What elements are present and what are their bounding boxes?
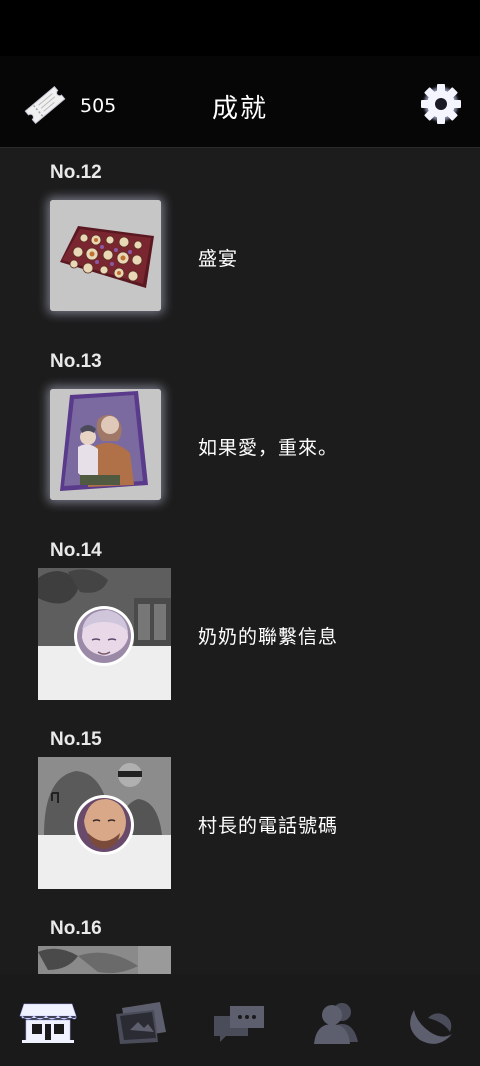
achievement-item[interactable]: No.14 奶奶的聯繫信息 (0, 526, 480, 715)
achievement-name: 奶奶的聯繫信息 (198, 626, 339, 648)
achievement-number: No.16 (50, 918, 102, 939)
achievement-name: 盛宴 (198, 248, 239, 270)
achievement-item[interactable]: No.15 村長的電話號碼 (0, 715, 480, 904)
achievement-list[interactable]: No.12 盛宴 No.13 如果愛，重來。 No.14 奶奶的聯繫信息 No.… (0, 148, 480, 974)
achievement-name: 村長的電話號碼 (198, 815, 339, 837)
chat-icon[interactable] (210, 1000, 270, 1046)
moon-icon[interactable] (400, 1000, 460, 1046)
cards-icon[interactable] (112, 1000, 172, 1046)
achievement-number: No.13 (50, 351, 102, 372)
feast-table-image (50, 200, 161, 311)
shop-icon[interactable] (18, 1000, 78, 1046)
header: 505 成就 (0, 56, 480, 148)
achievement-number: No.14 (50, 540, 102, 561)
family-photo-image (50, 389, 161, 500)
achievement-item[interactable]: No.16 (0, 904, 480, 974)
achievement-number: No.12 (50, 162, 102, 183)
achievement-number: No.15 (50, 729, 102, 750)
achievement-item[interactable]: No.12 盛宴 (0, 148, 480, 337)
gear-icon[interactable] (418, 81, 464, 127)
grandma-portrait-image (38, 568, 171, 700)
page-title: 成就 (211, 94, 268, 124)
partial-scene-image (38, 946, 171, 974)
status-bar (0, 0, 480, 56)
achievement-item[interactable]: No.13 如果愛，重來。 (0, 337, 480, 526)
village-chief-portrait-image (38, 757, 171, 889)
achievement-name: 如果愛，重來。 (198, 437, 339, 459)
bottom-nav (0, 974, 480, 1066)
people-icon[interactable] (306, 1000, 366, 1046)
